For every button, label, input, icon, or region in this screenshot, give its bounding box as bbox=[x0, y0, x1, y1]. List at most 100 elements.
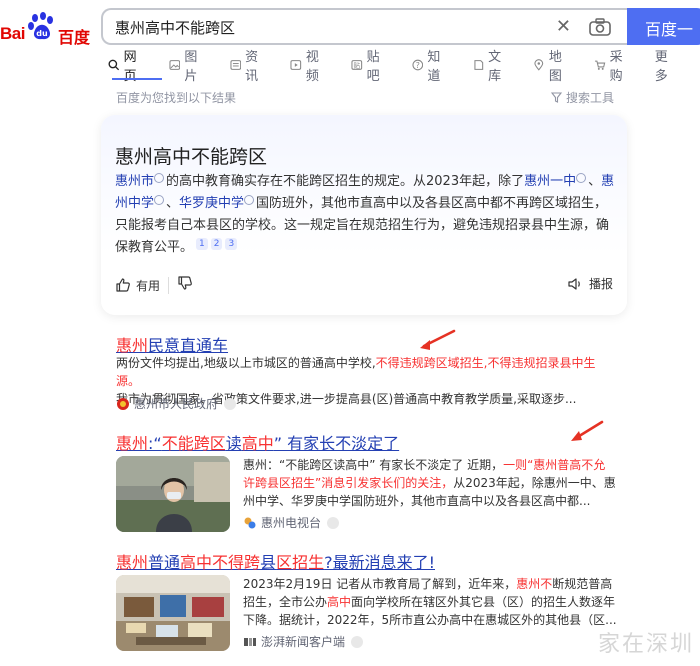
title-highlight: 区招生 bbox=[276, 553, 325, 572]
cart-icon bbox=[594, 60, 606, 70]
result-title-2[interactable]: 惠州:“不能跨区读高中” 有家长不淡定了 bbox=[116, 430, 399, 454]
logo-text-du: 百度 bbox=[58, 28, 91, 47]
source-badge-icon bbox=[351, 635, 364, 648]
entity-link-yizhong[interactable]: 惠州一中 bbox=[524, 174, 576, 189]
speaker-icon bbox=[568, 277, 580, 290]
card-text: 的高中教育确实存在不能跨区招生的规定。从2023年起，除了 bbox=[166, 174, 525, 189]
search-tools-button[interactable]: 搜索工具 bbox=[551, 89, 614, 106]
government-emblem-icon bbox=[117, 397, 129, 410]
tab-wenku[interactable]: 文库 bbox=[473, 50, 514, 84]
tab-label: 知道 bbox=[427, 50, 441, 84]
magnifier-icon[interactable] bbox=[244, 195, 255, 205]
result-count: 百度为您找到以下结果 bbox=[116, 91, 237, 105]
title-highlight: 不能跨区 bbox=[161, 434, 226, 453]
classroom-photo-image bbox=[116, 575, 230, 651]
question-icon: ? bbox=[412, 59, 423, 71]
title-text: :“ bbox=[148, 434, 162, 453]
title-text: 普通 bbox=[148, 553, 181, 572]
title-highlight: 惠州 bbox=[116, 434, 149, 453]
feedback-buttons: 有用 bbox=[115, 275, 193, 295]
tab-web[interactable]: 网页 bbox=[108, 50, 149, 84]
news-photo-image bbox=[116, 456, 230, 532]
tab-label: 视频 bbox=[305, 50, 319, 84]
tab-video[interactable]: 视频 bbox=[290, 50, 331, 84]
card-body: 惠州市 的高中教育确实存在不能跨区招生的规定。从2023年起，除了惠州一中 、惠州中… bbox=[115, 171, 615, 259]
search-query: 惠州高中不能跨区 bbox=[115, 19, 236, 37]
tab-tieba[interactable]: 贴 贴吧 bbox=[351, 50, 392, 84]
magnifier-icon[interactable] bbox=[576, 173, 587, 183]
result-thumbnail-2[interactable] bbox=[116, 456, 230, 532]
result-source-3[interactable]: 澎湃新闻客户端 bbox=[243, 633, 364, 650]
search-tools-label: 搜索工具 bbox=[566, 91, 615, 105]
news-app-logo-icon bbox=[244, 637, 256, 646]
source-name: 惠州电视台 bbox=[261, 516, 322, 530]
svg-text:贴: 贴 bbox=[353, 61, 360, 70]
search-button[interactable]: 百度一下 bbox=[627, 8, 700, 63]
tab-label: 贴吧 bbox=[366, 50, 380, 84]
title-highlight: 高中不得跨 bbox=[180, 553, 261, 572]
tab-zhidao[interactable]: ? 知道 bbox=[412, 50, 453, 84]
map-pin-icon bbox=[534, 59, 544, 71]
title-highlight: 高中 bbox=[241, 434, 274, 453]
source-name: 惠州市人民政府 bbox=[134, 397, 219, 411]
ai-answer-card: 惠州高中不能跨区 惠州市 的高中教育确实存在不能跨区招生的规定。从2023年起，除… bbox=[101, 115, 627, 315]
tieba-icon: 贴 bbox=[351, 60, 363, 70]
result-source-2[interactable]: 惠州电视台 bbox=[243, 514, 340, 531]
camera-icon[interactable] bbox=[589, 18, 611, 36]
title-text: 民意直通车 bbox=[148, 336, 229, 355]
paw-icon: du bbox=[28, 12, 53, 40]
card-text: 、 bbox=[166, 196, 180, 211]
result-title-1[interactable]: 惠州民意直通车 bbox=[116, 332, 228, 356]
tab-bar: 网页 图片 资讯 视频 贴 贴吧 ? 知道 文库 地图 采购 更多 bbox=[108, 50, 700, 84]
title-text: 读 bbox=[225, 434, 242, 453]
tab-label: 更多 bbox=[654, 50, 668, 84]
entity-link-huizhou[interactable]: 惠州市 bbox=[115, 174, 154, 189]
title-text: ?最新消息来了! bbox=[324, 553, 435, 572]
snippet-highlight: 高中 bbox=[327, 595, 352, 609]
tab-purchase[interactable]: 采购 bbox=[594, 50, 635, 84]
active-tab-indicator bbox=[112, 78, 162, 80]
result-thumbnail-3[interactable] bbox=[116, 575, 230, 651]
watermark: 家在深圳 bbox=[597, 632, 694, 657]
red-arrow-annotation bbox=[571, 420, 604, 441]
title-highlight: 惠州 bbox=[116, 336, 149, 355]
snippet-text: 惠州：“不能跨区读高中” 有家长不淡定了 近期， bbox=[243, 458, 504, 472]
image-icon bbox=[169, 60, 180, 70]
news-icon bbox=[229, 60, 241, 70]
ref-badge[interactable]: 1 bbox=[196, 237, 208, 250]
tab-news[interactable]: 资讯 bbox=[229, 50, 271, 84]
title-text: 县 bbox=[260, 553, 277, 572]
clear-icon[interactable]: ✕ bbox=[556, 16, 571, 37]
search-input[interactable]: 惠州高中不能跨区 ✕ bbox=[101, 8, 627, 45]
useful-label: 有用 bbox=[136, 278, 161, 293]
tab-label: 采购 bbox=[609, 50, 623, 84]
snippet-text: 两份文件均提出,地级以上市城区的普通高中学校, bbox=[116, 356, 376, 370]
baidu-logo[interactable]: Bai du 百度 bbox=[0, 10, 92, 47]
magnifier-icon[interactable] bbox=[154, 173, 165, 183]
ref-badge[interactable]: 3 bbox=[225, 237, 238, 250]
svg-text:?: ? bbox=[415, 61, 419, 70]
useless-button[interactable] bbox=[177, 275, 193, 295]
card-title: 惠州高中不能跨区 bbox=[115, 146, 268, 168]
tab-images[interactable]: 图片 bbox=[169, 50, 210, 84]
tab-more[interactable]: 更多 bbox=[655, 50, 680, 84]
tv-station-logo-icon bbox=[244, 517, 256, 528]
source-badge-icon bbox=[224, 397, 237, 410]
useful-button[interactable]: 有用 bbox=[115, 276, 170, 294]
doc-icon bbox=[473, 60, 483, 70]
ref-badge[interactable]: 2 bbox=[210, 237, 223, 250]
magnifier-icon[interactable] bbox=[154, 195, 165, 205]
title-highlight: 惠州 bbox=[116, 553, 149, 572]
tab-label: 地图 bbox=[548, 50, 562, 84]
tab-label: 文库 bbox=[488, 50, 502, 84]
entity-link-hualuogeng[interactable]: 华罗庚中学 bbox=[179, 196, 244, 211]
broadcast-label: 播报 bbox=[588, 277, 613, 291]
tab-map[interactable]: 地图 bbox=[533, 50, 574, 84]
logo-text-bai: Bai bbox=[0, 24, 25, 43]
result-source-1[interactable]: 惠州市人民政府 bbox=[116, 395, 237, 412]
result-title-3[interactable]: 惠州普通高中不得跨县区招生?最新消息来了! bbox=[116, 549, 435, 573]
broadcast-button[interactable]: 播报 bbox=[568, 275, 613, 292]
tab-label: 图片 bbox=[184, 50, 198, 84]
result-snippet-3: 2023年2月19日 记者从市教育局了解到，近年来，惠州不断规范普高招生，全市公… bbox=[243, 575, 617, 629]
source-badge-icon bbox=[327, 516, 340, 529]
